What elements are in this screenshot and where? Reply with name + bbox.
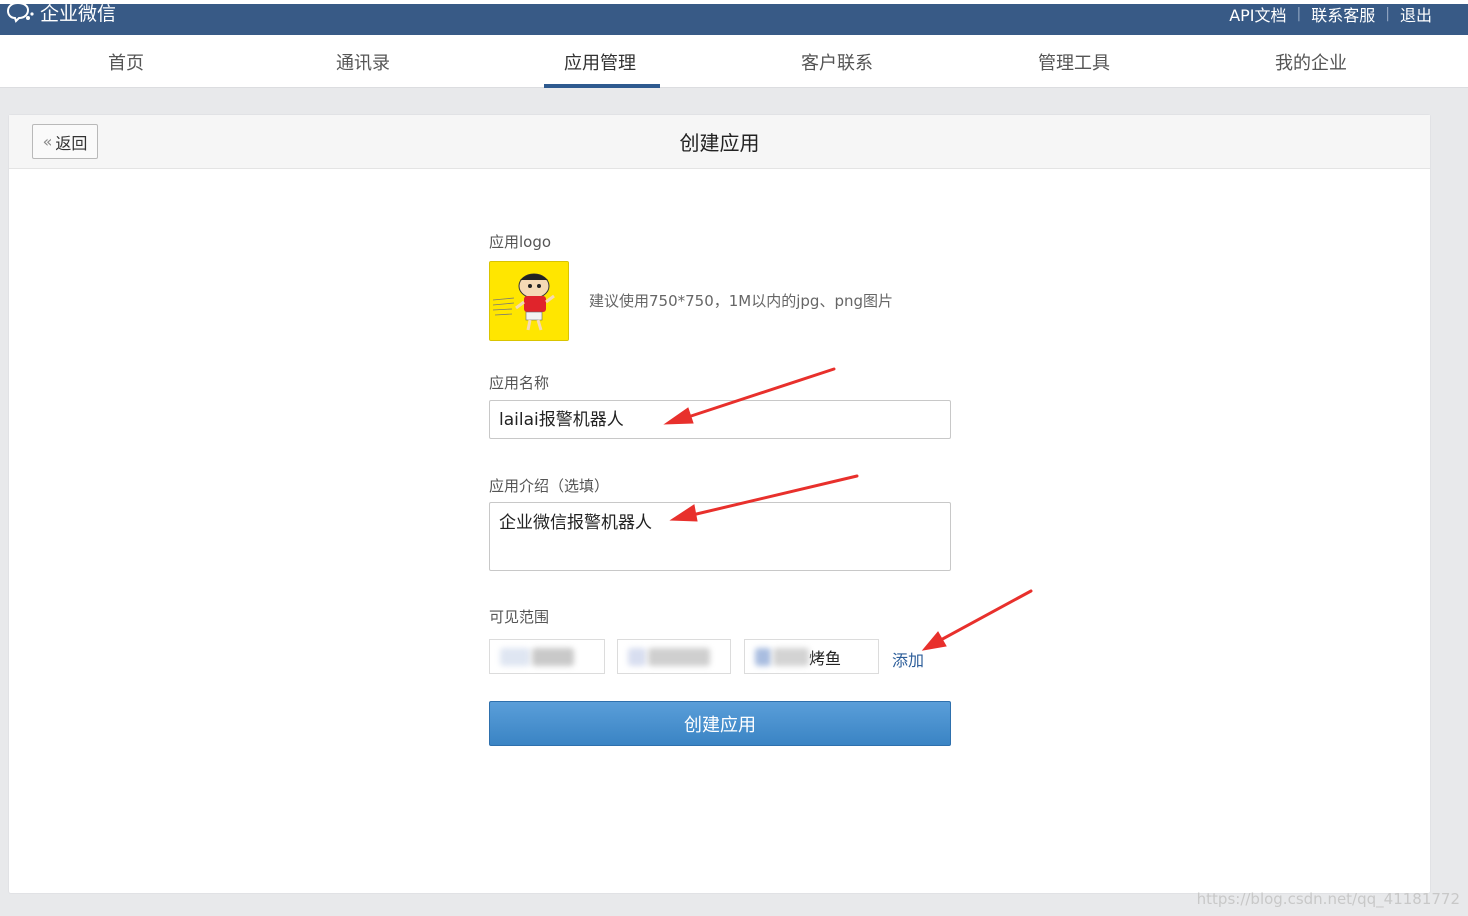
- app-intro-label: 应用介绍（选填）: [489, 477, 610, 495]
- nav-home-label: 首页: [108, 52, 144, 74]
- blurred-name: [773, 647, 809, 666]
- page-title: 创建应用: [679, 131, 760, 155]
- nav-management-tools[interactable]: 管理工具: [994, 35, 1154, 88]
- separator: |: [1296, 6, 1302, 22]
- blurred-name: [532, 647, 574, 666]
- nav-app-management-label: 应用管理: [564, 52, 636, 74]
- scope-tag[interactable]: 烤鱼: [744, 639, 879, 674]
- main-nav: 首页 通讯录 应用管理 客户联系 管理工具 我的企业: [0, 35, 1468, 88]
- active-tab-indicator: [544, 84, 660, 88]
- top-links: API文档 | 联系客服 | 退出: [1229, 2, 1432, 26]
- panel-header: « 返回 创建应用: [9, 115, 1430, 169]
- logo-label: 应用logo: [489, 233, 552, 251]
- create-app-button[interactable]: 创建应用: [489, 701, 951, 746]
- nav-home[interactable]: 首页: [46, 35, 206, 88]
- top-bar: 企业微信 API文档 | 联系客服 | 退出: [0, 0, 1468, 35]
- scope-tag[interactable]: [489, 639, 605, 674]
- nav-contacts-label: 通讯录: [336, 52, 390, 74]
- separator: |: [1385, 6, 1390, 22]
- nav-my-enterprise-label: 我的企业: [1275, 52, 1347, 74]
- nav-customer-contact-label: 客户联系: [801, 52, 873, 74]
- nav-app-management[interactable]: 应用管理: [520, 35, 680, 88]
- wecom-logo-icon: [6, 1, 34, 23]
- app-name-label: 应用名称: [489, 374, 550, 392]
- nav-customer-contact[interactable]: 客户联系: [757, 35, 917, 88]
- blurred-avatar: [628, 647, 646, 666]
- blurred-avatar: [755, 647, 771, 666]
- nav-my-enterprise[interactable]: 我的企业: [1231, 35, 1391, 88]
- cartoon-character-icon: [490, 262, 568, 340]
- logout-link[interactable]: 退出: [1400, 2, 1432, 26]
- contact-support-link[interactable]: 联系客服: [1311, 2, 1375, 26]
- blurred-name: [648, 647, 710, 666]
- app-name-input[interactable]: lailai报警机器人: [489, 400, 951, 439]
- watermark: https://blog.csdn.net/qq_41181772: [1196, 890, 1460, 908]
- add-scope-link[interactable]: 添加: [892, 647, 924, 671]
- top-bar-background: 企业微信 API文档 | 联系客服 | 退出: [0, 1, 1468, 35]
- app-logo-upload[interactable]: [489, 261, 569, 341]
- brand-name: 企业微信: [40, 2, 117, 25]
- blurred-avatar: [500, 647, 530, 666]
- logo-hint: 建议使用750*750，1M以内的jpg、png图片: [589, 292, 894, 310]
- app-intro-textarea[interactable]: 企业微信报警机器人: [489, 502, 951, 571]
- scope-tag-label: 烤鱼: [809, 648, 842, 668]
- nav-contacts[interactable]: 通讯录: [283, 35, 443, 88]
- api-docs-link[interactable]: API文档: [1229, 2, 1286, 26]
- create-app-panel: « 返回 创建应用 应用logo 建议使用750*750，1M以内的jpg、pn…: [8, 114, 1431, 894]
- scope-tag[interactable]: [617, 639, 731, 674]
- visible-scope-label: 可见范围: [489, 608, 550, 626]
- nav-management-tools-label: 管理工具: [1038, 52, 1110, 74]
- visible-scope-list: 烤鱼 添加: [489, 639, 951, 674]
- brand-logo[interactable]: 企业微信: [6, 1, 117, 25]
